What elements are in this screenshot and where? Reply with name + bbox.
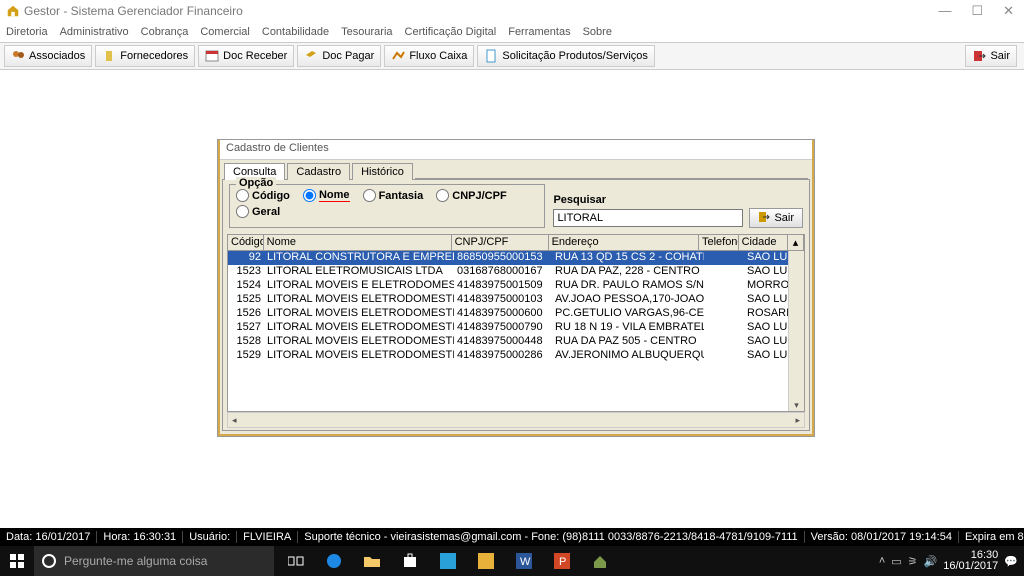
table-row[interactable]: 1524LITORAL MOVEIS E ELETRODOMESTICOS414… bbox=[228, 279, 804, 293]
dialog-cadastro-clientes: Cadastro de Clientes Consulta Cadastro H… bbox=[218, 140, 814, 436]
menu-tesouraria[interactable]: Tesouraria bbox=[341, 26, 392, 38]
table-row[interactable]: 1527LITORAL MOVEIS ELETRODOMESTICOS L414… bbox=[228, 321, 804, 335]
menu-comercial[interactable]: Comercial bbox=[200, 26, 250, 38]
cortana-icon bbox=[42, 554, 56, 568]
taskbar: Pergunte-me alguma coisa W P ˄ ▭ ⚞ 🔊 16:… bbox=[0, 546, 1024, 576]
opcao-fantasia[interactable]: Fantasia bbox=[363, 189, 424, 202]
statusbar: Data: 16/01/2017 Hora: 16:30:31 Usuário:… bbox=[0, 528, 1024, 546]
col-codigo[interactable]: Código bbox=[228, 235, 264, 250]
search-input[interactable] bbox=[553, 209, 743, 227]
toolbar-fornecedores[interactable]: Fornecedores bbox=[95, 45, 195, 67]
page-icon bbox=[484, 49, 498, 63]
col-telefone[interactable]: Telefone bbox=[699, 235, 739, 250]
people-icon bbox=[11, 49, 25, 63]
vertical-scrollbar[interactable]: ▾ bbox=[788, 251, 804, 411]
table-row[interactable]: 1528LITORAL MOVEIS ELETRODOMESTICOS L414… bbox=[228, 335, 804, 349]
opcao-nome[interactable]: Nome bbox=[303, 189, 350, 202]
col-nome[interactable]: Nome bbox=[264, 235, 452, 250]
status-suporte: Suporte técnico - vieirasistemas@gmail.c… bbox=[298, 531, 804, 543]
scroll-up-icon[interactable]: ▴ bbox=[788, 235, 804, 250]
toolbar-solicitacao[interactable]: Solicitação Produtos/Serviços bbox=[477, 45, 655, 67]
menubar: Diretoria Administrativo Cobrança Comerc… bbox=[0, 22, 1024, 42]
exit-icon bbox=[972, 49, 986, 63]
taskbar-powerpoint[interactable]: P bbox=[544, 546, 580, 576]
toolbar-sair[interactable]: Sair bbox=[965, 45, 1017, 67]
toolbar-associados[interactable]: Associados bbox=[4, 45, 92, 67]
svg-text:P: P bbox=[559, 556, 566, 568]
document-icon bbox=[304, 49, 318, 63]
tray-network-icon[interactable]: ⚞ bbox=[908, 555, 918, 568]
opcao-geral[interactable]: Geral bbox=[236, 205, 280, 218]
cortana-placeholder: Pergunte-me alguma coisa bbox=[64, 554, 207, 568]
taskbar-edge[interactable] bbox=[316, 546, 352, 576]
menu-cobranca[interactable]: Cobrança bbox=[141, 26, 189, 38]
app-icon bbox=[6, 4, 20, 18]
calendar-icon bbox=[205, 49, 219, 63]
task-view-button[interactable] bbox=[278, 546, 314, 576]
tray-chevron-up-icon[interactable]: ˄ bbox=[879, 555, 885, 567]
table-row[interactable]: 1525LITORAL MOVEIS ELETRODOMESTICOS L414… bbox=[228, 293, 804, 307]
tray-volume-icon[interactable]: 🔊 bbox=[924, 555, 938, 568]
toolbar-doc-pagar[interactable]: Doc Pagar bbox=[297, 45, 381, 67]
table-row[interactable]: 1523LITORAL ELETROMUSICAIS LTDA031687680… bbox=[228, 265, 804, 279]
menu-administrativo[interactable]: Administrativo bbox=[60, 26, 129, 38]
svg-text:W: W bbox=[520, 556, 531, 568]
status-data: Data: 16/01/2017 bbox=[0, 531, 97, 543]
tray-clock[interactable]: 16:30 16/01/2017 bbox=[943, 550, 998, 572]
opcao-legend: Opção bbox=[236, 177, 276, 189]
dialog-sair-button[interactable]: Sair bbox=[749, 208, 803, 228]
close-button[interactable]: ✕ bbox=[999, 3, 1018, 19]
table-row[interactable]: 92LITORAL CONSTRUTORA E EMPREENDIM868509… bbox=[228, 251, 804, 265]
col-endereco[interactable]: Endereço bbox=[549, 235, 699, 250]
opcao-cnpj[interactable]: CNPJ/CPF bbox=[436, 189, 506, 202]
taskbar-gestor[interactable] bbox=[582, 546, 618, 576]
tab-historico[interactable]: Histórico bbox=[352, 163, 413, 180]
window-title: Gestor - Sistema Gerenciador Financeiro bbox=[24, 4, 934, 18]
status-hora: Hora: 16:30:31 bbox=[97, 531, 183, 543]
menu-ferramentas[interactable]: Ferramentas bbox=[508, 26, 570, 38]
scroll-left-icon[interactable]: ◂ bbox=[232, 415, 237, 426]
menu-contabilidade[interactable]: Contabilidade bbox=[262, 26, 329, 38]
cortana-search[interactable]: Pergunte-me alguma coisa bbox=[34, 546, 274, 576]
table-row[interactable]: 1529LITORAL MOVEIS ELETRODOMESTICOS L414… bbox=[228, 349, 804, 363]
scroll-down-icon[interactable]: ▾ bbox=[794, 400, 799, 411]
pesquisar-label: Pesquisar bbox=[553, 194, 803, 206]
tab-cadastro[interactable]: Cadastro bbox=[287, 163, 350, 180]
scroll-right-icon[interactable]: ▸ bbox=[795, 415, 800, 426]
table-row[interactable]: 1526LITORAL MOVEIS ELETRODOMESTICOS L414… bbox=[228, 307, 804, 321]
person-icon bbox=[102, 49, 116, 63]
exit-icon bbox=[758, 211, 770, 226]
opcao-codigo[interactable]: Código bbox=[236, 189, 290, 202]
taskbar-word[interactable]: W bbox=[506, 546, 542, 576]
toolbar-fluxo-caixa[interactable]: Fluxo Caixa bbox=[384, 45, 474, 67]
status-expira: Expira em 8 dia(s) bbox=[959, 531, 1024, 543]
toolbar-doc-receber[interactable]: Doc Receber bbox=[198, 45, 294, 67]
minimize-button[interactable]: — bbox=[934, 3, 955, 19]
status-versao: Versão: 08/01/2017 19:14:54 bbox=[805, 531, 959, 543]
col-cidade[interactable]: Cidade bbox=[739, 235, 789, 250]
taskbar-app1[interactable] bbox=[430, 546, 466, 576]
status-usuario-value: FLVIEIRA bbox=[237, 531, 298, 543]
tray-battery-icon[interactable]: ▭ bbox=[891, 555, 901, 568]
maximize-button[interactable]: ☐ bbox=[967, 3, 987, 19]
status-usuario-label: Usuário: bbox=[183, 531, 237, 543]
toolbar: Associados Fornecedores Doc Receber Doc … bbox=[0, 42, 1024, 70]
start-button[interactable] bbox=[0, 546, 34, 576]
col-cnpj[interactable]: CNPJ/CPF bbox=[452, 235, 549, 250]
menu-sobre[interactable]: Sobre bbox=[583, 26, 612, 38]
taskbar-store[interactable] bbox=[392, 546, 428, 576]
flow-icon bbox=[391, 49, 405, 63]
horizontal-scrollbar[interactable]: ◂ ▸ bbox=[227, 412, 805, 428]
opcao-group: Opção Código Nome Fantasia CNPJ/CPF Gera… bbox=[229, 184, 545, 228]
menu-diretoria[interactable]: Diretoria bbox=[6, 26, 48, 38]
dialog-title: Cadastro de Clientes bbox=[220, 140, 812, 160]
menu-certificacao[interactable]: Certificação Digital bbox=[405, 26, 497, 38]
tray-notifications-icon[interactable]: 💬 bbox=[1004, 555, 1018, 568]
taskbar-folder[interactable] bbox=[354, 546, 390, 576]
taskbar-app2[interactable] bbox=[468, 546, 504, 576]
results-grid[interactable]: Código Nome CNPJ/CPF Endereço Telefone C… bbox=[227, 234, 805, 412]
